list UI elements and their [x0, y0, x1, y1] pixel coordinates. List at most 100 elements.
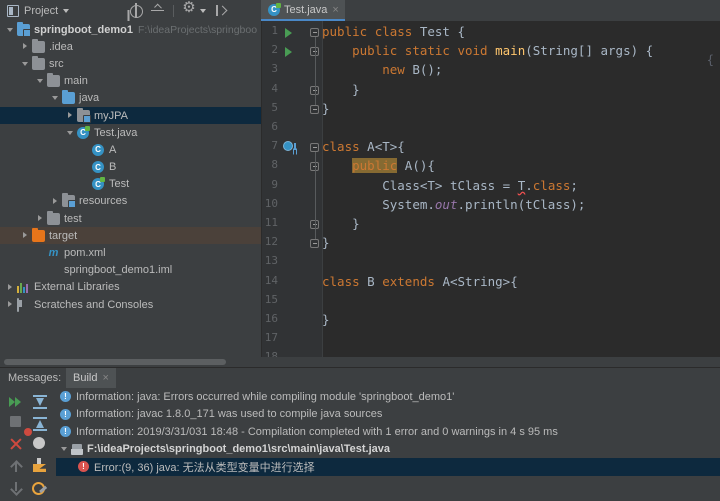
code-line[interactable]: }	[322, 80, 360, 99]
implemented-by-gutter-icon[interactable]	[283, 141, 296, 152]
tree-item-label: B	[109, 161, 117, 174]
code-line[interactable]: public A(){	[322, 156, 435, 175]
tree-hscroll-thumb[interactable]	[4, 359, 226, 365]
project-tree[interactable]: springboot_demo1 F:\ideaProjects\springbo…	[0, 21, 261, 357]
collapse-all-icon[interactable]	[151, 4, 165, 17]
tree-item-resources[interactable]: resources	[0, 193, 261, 210]
excluded-folder-icon	[32, 227, 45, 242]
build-info-row[interactable]: ! Information: 2019/3/31/031 18:48 - Comp…	[56, 423, 720, 441]
code-line[interactable]: new B();	[322, 60, 442, 79]
build-tab-strip: Messages: Build ×	[0, 368, 720, 388]
build-message-text: F:\ideaProjects\springboot_demo1\src\mai…	[87, 443, 391, 456]
code-line[interactable]: public static void main(String[] args) {	[322, 41, 653, 60]
editor-tab-strip: C Test.java ×	[261, 0, 720, 21]
line-number: 17	[264, 331, 278, 345]
build-message-list[interactable]: ! Information: java: Errors occurred whil…	[56, 388, 720, 501]
line-number: 6	[271, 120, 278, 133]
resources-folder-icon	[62, 193, 76, 209]
code-line[interactable]: }	[322, 99, 330, 118]
code-line[interactable]	[322, 252, 330, 271]
expand-arrow-icon[interactable]	[36, 214, 45, 223]
code-fold-icon[interactable]	[310, 143, 319, 153]
code-line[interactable]: System.out.println(tClass);	[322, 195, 585, 214]
tab-build[interactable]: Build ×	[66, 368, 116, 388]
build-info-row[interactable]: ! Information: java: Errors occurred whil…	[56, 388, 720, 406]
tree-item-java[interactable]: java	[0, 90, 261, 107]
code-line[interactable]: class A<T>{	[322, 137, 405, 156]
expand-arrow-icon[interactable]	[66, 111, 75, 120]
collapse-arrow-icon[interactable]	[36, 77, 45, 86]
code-line[interactable]: class B extends A<String>{	[322, 272, 518, 291]
code-line[interactable]	[322, 348, 330, 357]
collapse-arrow-icon[interactable]	[6, 25, 15, 34]
collapse-arrow-icon[interactable]	[51, 94, 60, 103]
build-error-row[interactable]: ! Error:(9, 36) java: 无法从类型变量中进行选择	[56, 458, 720, 476]
tree-item-main[interactable]: main	[0, 73, 261, 90]
iml-file-icon	[47, 264, 60, 276]
tree-item-springboot-demo1[interactable]: springboot_demo1 F:\ideaProjects\springbo…	[0, 21, 261, 38]
run-gutter-icon[interactable]	[285, 47, 292, 58]
close-icon[interactable]: ×	[102, 372, 108, 384]
tree-item-external-libraries[interactable]: External Libraries	[0, 279, 261, 296]
code-editor[interactable]: 1 2 3 4 5 6 7 8 9 10 11 12 13 14 15 16 17 18 { public cla…	[262, 21, 720, 357]
code-line[interactable]: Class<T> tClass = T.class;	[322, 176, 578, 195]
tree-item-test[interactable]: C Test	[0, 176, 261, 193]
collapse-arrow-icon[interactable]	[66, 128, 75, 137]
tree-item-scratches-and-consoles[interactable]: Scratches and Consoles	[0, 296, 261, 313]
close-messages-icon[interactable]	[8, 436, 24, 452]
tree-item-idea[interactable]: .idea	[0, 38, 261, 55]
expand-arrow-icon[interactable]	[21, 231, 30, 240]
tree-item-label: test	[64, 212, 82, 225]
tree-item-myjpa[interactable]: myJPA	[0, 106, 261, 125]
code-line[interactable]: }	[322, 310, 330, 329]
tree-item-src[interactable]: src	[0, 55, 261, 72]
stop-icon[interactable]	[10, 416, 21, 427]
tree-item-a[interactable]: CA	[0, 141, 261, 158]
build-info-row[interactable]: ! Information: javac 1.8.0_171 was used t…	[56, 406, 720, 424]
run-gutter-icon[interactable]	[285, 28, 292, 38]
tree-item-pom-xml[interactable]: m pom.xml	[0, 244, 261, 261]
chevron-down-icon[interactable]	[63, 8, 70, 13]
line-number: 12	[264, 235, 278, 249]
hide-window-icon[interactable]	[215, 4, 228, 17]
expand-arrow-icon[interactable]	[51, 197, 60, 206]
java-class-icon: C	[268, 2, 281, 16]
code-text-area[interactable]: { public class Test { public static void…	[322, 21, 720, 357]
editor-gutter[interactable]: 1 2 3 4 5 6 7 8 9 10 11 12 13 14 15 16 17 18	[262, 21, 322, 357]
runnable-class-icon: C	[92, 177, 105, 191]
code-line[interactable]	[322, 329, 330, 348]
no-arrow-spacer	[36, 249, 45, 258]
code-fold-icon[interactable]	[310, 28, 319, 37]
expand-arrow-icon[interactable]	[21, 42, 30, 51]
no-arrow-spacer	[81, 163, 90, 172]
build-message-text: Error:(9, 36) java: 无法从类型变量中进行选择	[94, 461, 315, 474]
tree-item-target[interactable]: target	[0, 227, 261, 245]
toolbar-divider	[173, 4, 175, 17]
code-line[interactable]: }	[322, 233, 330, 252]
settings-gear-icon[interactable]	[182, 0, 196, 17]
tree-item-test[interactable]: test	[0, 210, 261, 227]
tree-item-springboot-demo1-iml[interactable]: springboot_demo1.iml	[0, 262, 261, 279]
tree-item-b[interactable]: CB	[0, 159, 261, 176]
build-file-row[interactable]: F:\ideaProjects\springboot_demo1\src\mai…	[56, 441, 720, 459]
line-number: 16	[264, 312, 278, 325]
project-panel-selector[interactable]: Project	[0, 0, 70, 21]
collapse-arrow-icon[interactable]	[60, 445, 69, 454]
code-line[interactable]: }	[322, 214, 360, 233]
tab-test-java[interactable]: C Test.java ×	[261, 0, 345, 21]
code-line[interactable]: public class Test {	[322, 22, 465, 41]
code-fold-icon[interactable]	[310, 239, 319, 249]
gear-chevron-down-icon[interactable]	[200, 8, 207, 13]
expand-arrow-icon[interactable]	[6, 300, 15, 309]
code-fold-icon[interactable]	[310, 104, 319, 114]
info-icon: !	[60, 408, 71, 420]
expand-arrow-icon[interactable]	[6, 283, 15, 292]
project-panel-icon	[7, 4, 19, 17]
no-arrow-spacer	[36, 266, 45, 275]
code-line[interactable]	[322, 291, 330, 310]
tree-item-test-java[interactable]: C Test.java	[0, 124, 261, 141]
code-line[interactable]	[322, 118, 330, 137]
locate-target-icon[interactable]	[129, 3, 144, 18]
collapse-arrow-icon[interactable]	[21, 59, 30, 68]
close-icon[interactable]: ×	[332, 4, 338, 16]
